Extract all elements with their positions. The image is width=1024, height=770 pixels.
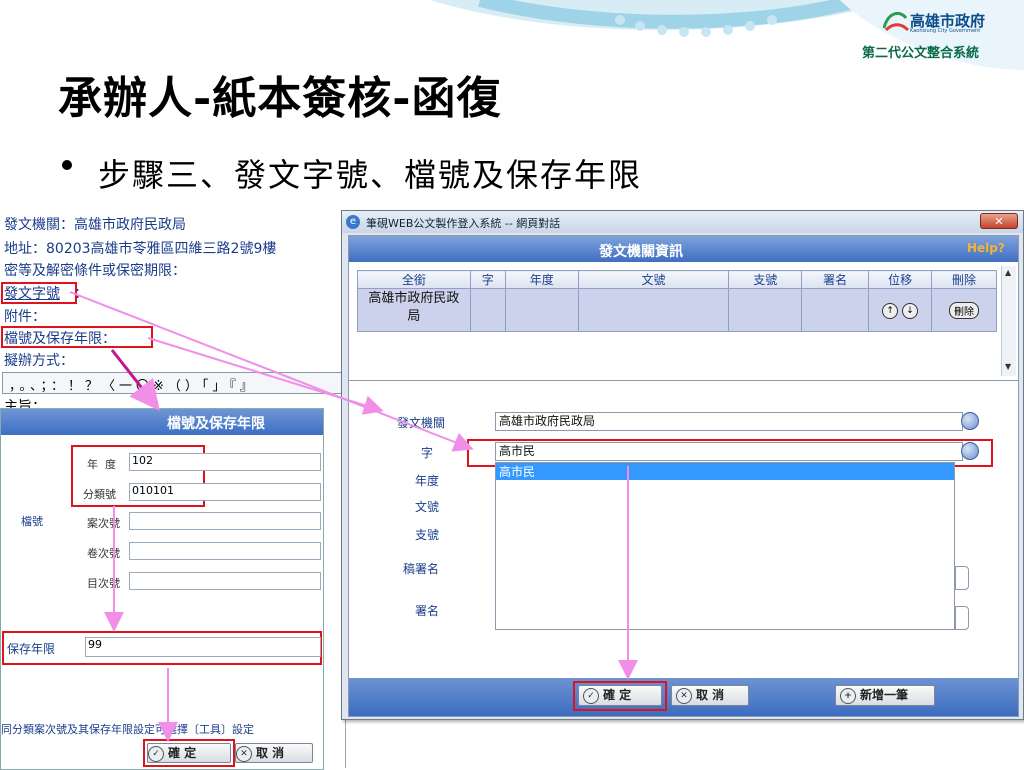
item-label: 目次號 — [87, 577, 120, 590]
add-row-button[interactable]: + 新增一筆 — [835, 685, 935, 706]
address-line: 地址：80203高雄市苓雅區四維三路2號9樓 — [4, 241, 277, 257]
retention-input[interactable]: 99 — [85, 637, 321, 657]
secrecy-line: 密等及解密條件或保密期限： — [4, 263, 186, 279]
col-subno: 支號 — [728, 270, 803, 289]
slide-bullet: 步驟三、發文字號、檔號及保存年限 — [98, 156, 643, 194]
cell-delete: 刪除 — [931, 288, 997, 332]
doc-no-link[interactable]: 發文字號 — [4, 283, 60, 303]
volume-label: 卷次號 — [87, 547, 120, 560]
help-link[interactable]: Help? — [967, 241, 1005, 255]
col-delete: 刪除 — [931, 270, 997, 289]
sign-input[interactable] — [955, 606, 969, 630]
cancel-icon: ✕ — [236, 745, 252, 762]
sub-cancel-label: 取 消 — [256, 746, 285, 760]
cell-sign — [801, 288, 870, 332]
main-cancel-label: 取 消 — [696, 688, 725, 702]
file-retention-dialog-title: 檔號及保存年限 — [167, 416, 265, 432]
system-name: 第二代公文整合系統 — [862, 46, 980, 61]
slide-bullet-dot — [62, 160, 72, 170]
window-close-button[interactable]: ✕ — [980, 213, 1018, 229]
symbol-toolbar: ，。、；：！？〈一〇※（）「」『』 — [2, 372, 342, 394]
grid-area: 全銜 字 年度 文號 支號 署名 位移 刪除 高雄市政府民政局 ↑ ↓ 刪除 ▲… — [349, 262, 1018, 381]
check-icon: ✓ — [148, 745, 164, 762]
cell-move: ↑ ↓ — [868, 288, 933, 332]
issuer-label: 發文機關 — [397, 416, 446, 430]
panel-header: 發文機關資訊 Help? — [349, 236, 1018, 262]
issuer-input[interactable]: 高雄市政府民政局 — [495, 412, 963, 431]
main-ok-label: 確 定 — [603, 688, 632, 702]
logo-sub-en: Kaohsiung City Government — [910, 28, 981, 34]
add-row-label: 新增一筆 — [860, 688, 909, 702]
close-icon: ✕ — [994, 215, 1004, 228]
col-year: 年度 — [504, 270, 579, 289]
col-move: 位移 — [868, 270, 933, 289]
city-logo — [880, 8, 910, 34]
sign-label: 署名 — [415, 604, 440, 618]
cancel-icon: ✕ — [676, 687, 692, 704]
issuer-line: 發文機關：高雄市政府民政局 — [4, 217, 186, 233]
main-ok-button[interactable]: ✓ 確 定 — [578, 685, 662, 706]
file-no-link[interactable]: 檔號及保存年限： — [4, 328, 116, 348]
word-option-selected[interactable]: 高市民 — [496, 463, 954, 480]
col-docno: 文號 — [577, 270, 730, 289]
check-icon: ✓ — [583, 687, 599, 704]
issuer-dropdown-icon[interactable] — [961, 412, 979, 430]
case-label: 案次號 — [87, 517, 120, 530]
col-fullname: 全銜 — [357, 270, 471, 289]
scroll-down-icon[interactable]: ▼ — [1005, 362, 1011, 371]
draft-sign-input[interactable] — [955, 566, 969, 590]
year-label: 年度 — [415, 474, 440, 488]
table-row[interactable]: 高雄市政府民政局 ↑ ↓ 刪除 — [357, 288, 997, 332]
move-down-icon[interactable]: ↓ — [901, 302, 918, 319]
file-retention-dialog: 檔號及保存年限 年 度 102 分類號 010101 檔號 案次號 卷次號 目次… — [0, 408, 324, 770]
file-group-label: 檔號 — [21, 515, 43, 528]
case-input[interactable] — [129, 512, 321, 530]
issuer-grid: 全銜 字 年度 文號 支號 署名 位移 刪除 高雄市政府民政局 ↑ ↓ 刪除 — [357, 270, 997, 332]
cell-fullname: 高雄市政府民政局 — [357, 288, 471, 332]
delete-button[interactable]: 刪除 — [949, 301, 980, 319]
cell-subno — [728, 288, 803, 332]
main-cancel-button[interactable]: ✕ 取 消 — [671, 685, 749, 706]
slide-title: 承辦人-紙本簽核-函復 — [58, 73, 502, 124]
attachment-line: 附件： — [4, 309, 46, 325]
move-up-icon[interactable]: ↑ — [882, 302, 899, 319]
grid-scrollbar[interactable]: ▲ ▼ — [1001, 266, 1016, 376]
window-title: 筆硯WEB公文製作登入系統 -- 網頁對話 — [366, 217, 561, 230]
class-label: 分類號 — [83, 488, 116, 501]
issuer-info-window: e 筆硯WEB公文製作登入系統 -- 網頁對話 ✕ 發文機關資訊 Help? 全… — [341, 210, 1024, 720]
col-word: 字 — [469, 270, 506, 289]
word-dropdown-list[interactable]: 高市民 — [495, 462, 955, 630]
subno-label: 支號 — [415, 528, 440, 542]
year-label: 年 度 — [87, 458, 116, 471]
window-titlebar: e 筆硯WEB公文製作登入系統 -- 網頁對話 ✕ — [342, 211, 1023, 233]
file-retention-dialog-titlebar: 檔號及保存年限 — [1, 409, 323, 435]
symbol-buttons[interactable]: ，。、；：！？〈一〇※（）「」『』 — [9, 375, 257, 394]
col-sign: 署名 — [801, 270, 870, 289]
scroll-up-icon[interactable]: ▲ — [1005, 268, 1011, 277]
cell-word — [469, 288, 506, 332]
item-input[interactable] — [129, 572, 321, 590]
volume-input[interactable] — [129, 542, 321, 560]
button-bar: ✓ 確 定 ✕ 取 消 + 新增一筆 — [349, 678, 1018, 716]
word-label: 字 — [421, 446, 434, 460]
cell-docno — [577, 288, 730, 332]
settings-note: 同分類案次號及其保存年限設定可選擇〔工具〕設定 — [1, 723, 254, 736]
doc-no-colon: ： — [74, 286, 88, 302]
add-icon: + — [840, 687, 856, 704]
sub-cancel-button[interactable]: ✕ 取 消 — [235, 743, 313, 763]
draft-sign-label: 稿署名 — [403, 562, 440, 576]
window-body: 發文機關資訊 Help? 全銜 字 年度 文號 支號 署名 位移 刪除 高雄市政… — [348, 235, 1019, 717]
year-input[interactable]: 102 — [129, 453, 321, 471]
grid-header-row: 全銜 字 年度 文號 支號 署名 位移 刪除 — [357, 270, 997, 289]
method-line: 擬辦方式： — [4, 353, 74, 369]
panel-header-title: 發文機關資訊 — [599, 244, 683, 260]
docno-label: 文號 — [415, 500, 440, 514]
retention-label: 保存年限 — [7, 642, 56, 656]
class-input[interactable]: 010101 — [129, 483, 321, 501]
sub-ok-label: 確 定 — [168, 746, 197, 760]
cell-year — [504, 288, 579, 332]
ie-icon: e — [346, 215, 360, 229]
sub-ok-button[interactable]: ✓ 確 定 — [147, 743, 231, 763]
